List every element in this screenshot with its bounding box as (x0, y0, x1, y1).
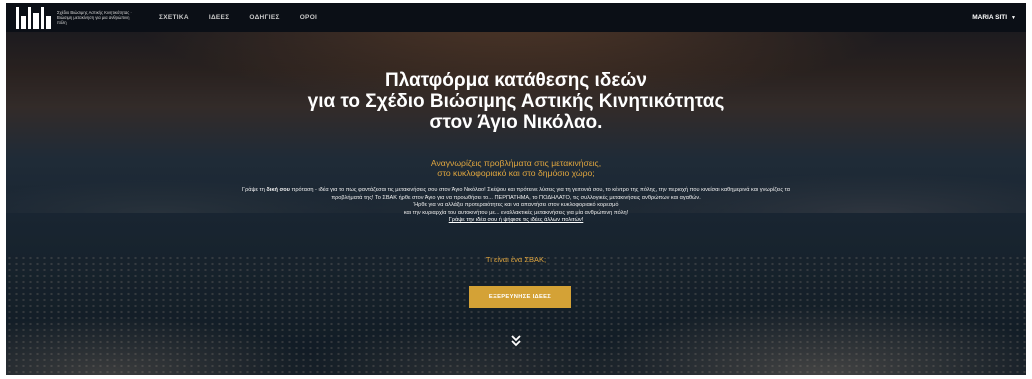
logo-text: Σχέδιο Βιώσιμης Αστικής Κινητικότητας · … (57, 10, 132, 25)
hero-text: πρόταση - ιδέα για το πως φαντάζεσαι τις… (289, 187, 791, 201)
hero-title-line: για το Σχέδιο Βιώσιμης Αστικής Κινητικότ… (307, 91, 725, 112)
hero-text: Γράψε τη (241, 187, 267, 193)
explore-ideas-button[interactable]: ΕΞΕΡΕΥΝΗΣΕ ΙΔΕΕΣ (469, 286, 571, 308)
user-name: MARIA SITI (972, 14, 1008, 21)
top-navbar: Σχέδιο Βιώσιμης Αστικής Κινητικότητας · … (6, 3, 1026, 32)
hero-subtitle-line: Αναγνωρίζεις προβλήματα στις μετακινήσει… (430, 158, 602, 168)
main-nav: ΣΧΕΤΙΚΑ ΙΔΕΕΣ ΟΔΗΓΙΕΣ ΟΡΟΙ (159, 14, 317, 21)
caret-down-icon: ▼ (1011, 14, 1016, 21)
hero-title-line: Πλατφόρμα κατάθεσης ιδεών (385, 70, 647, 91)
write-idea-link[interactable]: Γράψε την ιδέα σου ή ψήφισε τις ιδέες άλ… (236, 217, 796, 225)
hero-title-line: στον Άγιο Νικόλαο. (429, 112, 603, 133)
double-chevron-down-icon[interactable] (508, 333, 524, 349)
what-is-svak-link[interactable]: Τι είναι ένα ΣΒΑΚ; (6, 255, 1026, 264)
hero-description: Γράψε τη δική σου πρόταση - ιδέα για το … (236, 187, 796, 225)
hero-description-p1: Γράψε τη δική σου πρόταση - ιδέα για το … (236, 187, 796, 202)
hero-text-bold: δική σου (266, 187, 290, 193)
hero-subtitle-line: στο κυκλοφοριακό και στο δημόσιο χώρο; (437, 168, 595, 178)
nav-link-terms[interactable]: ΟΡΟΙ (300, 14, 317, 21)
site-logo[interactable]: Σχέδιο Βιώσιμης Αστικής Κινητικότητας · … (16, 3, 137, 32)
hero-subtitle: Αναγνωρίζεις προβλήματα στις μετακινήσει… (6, 158, 1026, 178)
hero-description-line: Ήρθε για να αλλάξει προτεραιότητες και ν… (413, 202, 619, 209)
nav-link-about[interactable]: ΣΧΕΤΙΚΑ (159, 14, 189, 21)
nav-link-instructions[interactable]: ΟΔΗΓΙΕΣ (249, 14, 279, 21)
app-frame: Σχέδιο Βιώσιμης Αστικής Κινητικότητας · … (6, 3, 1026, 375)
logo-mark-icon (16, 6, 51, 29)
user-menu[interactable]: MARIA SITI ▼ (972, 3, 1016, 32)
hero-title: Πλατφόρμα κατάθεσης ιδεών για το Σχέδιο … (6, 70, 1026, 133)
nav-link-ideas[interactable]: ΙΔΕΕΣ (209, 14, 230, 21)
